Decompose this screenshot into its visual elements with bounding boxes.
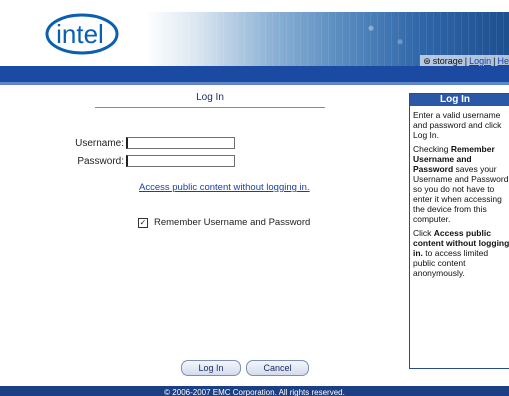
storage-icon: ⊛ — [423, 55, 431, 66]
storage-label: storage — [432, 56, 463, 66]
copyright-text: © 2006-2007 EMC Corporation. All rights … — [164, 388, 345, 396]
top-nav-divider — [0, 82, 509, 85]
username-input[interactable] — [126, 137, 235, 149]
top-nav-bar — [0, 66, 509, 82]
sidebar-title: Log In — [410, 94, 509, 106]
remember-option[interactable]: ✓ Remember Username and Password — [138, 217, 310, 228]
header: intel ⊛ storage | Login | He — [0, 0, 509, 66]
help-text: to access limited public content anonymo… — [413, 248, 489, 278]
header-links: ⊛ storage | Login | He — [420, 55, 509, 66]
help-link[interactable]: He — [497, 56, 509, 66]
password-label: Password: — [77, 155, 124, 167]
checkmark-icon: ✓ — [139, 217, 147, 227]
page-title: Log In — [95, 92, 325, 108]
login-link[interactable]: Login — [469, 56, 491, 66]
intel-logo: intel — [45, 13, 119, 55]
help-paragraph: Checking Remember Username and Password … — [413, 144, 509, 224]
separator: | — [464, 56, 468, 66]
help-paragraph: Enter a valid username and password and … — [413, 110, 502, 140]
cancel-button[interactable]: Cancel — [246, 360, 309, 376]
login-button[interactable]: Log In — [181, 360, 241, 376]
help-text: Checking — [413, 144, 451, 154]
password-row: Password: — [46, 154, 235, 168]
separator: | — [493, 56, 496, 66]
help-paragraph: Click Access public content without logg… — [413, 228, 509, 278]
footer: © 2006-2007 EMC Corporation. All rights … — [0, 386, 509, 396]
public-access-link[interactable]: Access public content without logging in… — [139, 182, 310, 193]
password-input[interactable] — [126, 155, 235, 167]
remember-checkbox[interactable]: ✓ — [138, 217, 148, 228]
logo-text: intel — [56, 19, 104, 49]
username-label: Username: — [75, 137, 124, 149]
help-sidebar: Log In Enter a valid username and passwo… — [409, 93, 509, 369]
username-row: Username: — [46, 136, 235, 150]
remember-label: Remember Username and Password — [154, 217, 311, 228]
login-panel: Log In — [95, 92, 325, 108]
sidebar-body: Enter a valid username and password and … — [410, 106, 509, 278]
help-text: Click — [413, 228, 434, 238]
